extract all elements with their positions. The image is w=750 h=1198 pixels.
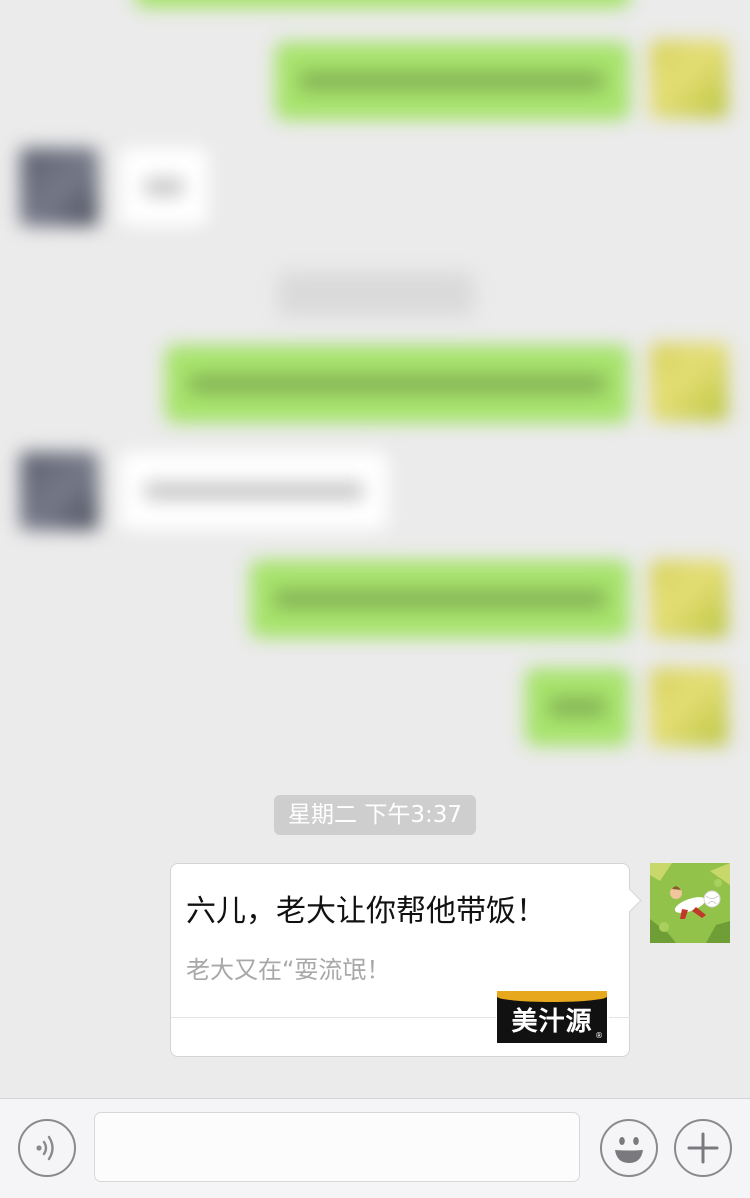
avatar-illustration <box>650 863 730 943</box>
message-timestamp: 星期二 下午3:37 <box>274 795 476 835</box>
shared-link-card[interactable]: 六儿，老大让你帮他带饭！ 老大又在“耍流氓！ 美汁源 ® <box>170 863 642 1057</box>
message-bubble-outgoing <box>250 560 630 638</box>
my-avatar <box>650 40 728 118</box>
emoji-button[interactable] <box>600 1119 658 1177</box>
brand-logo: 美汁源 ® <box>497 991 607 1043</box>
message-bubble-outgoing <box>135 0 630 8</box>
contact-avatar <box>20 148 98 226</box>
my-avatar[interactable] <box>650 863 730 943</box>
link-card-title: 六儿，老大让你帮他带饭！ <box>186 894 546 929</box>
blurred-message-history <box>0 0 750 760</box>
blurred-timestamp <box>278 272 474 316</box>
registered-mark-icon: ® <box>595 1031 603 1040</box>
contact-avatar <box>20 452 98 530</box>
voice-wave-icon <box>36 1135 54 1161</box>
link-card-description: 老大又在“耍流氓！ <box>186 956 391 984</box>
my-avatar <box>650 343 728 421</box>
chat-area: 星期二 下午3:37 六儿，老大让你帮他带饭！ 老大又在“耍流氓！ 美汁源 ® <box>0 0 750 1098</box>
bubble-tail <box>617 888 642 913</box>
message-bubble-incoming <box>120 148 208 226</box>
card-divider <box>609 1017 630 1018</box>
message-input[interactable] <box>94 1112 580 1182</box>
message-input-bar <box>0 1098 750 1198</box>
card-divider <box>171 1017 496 1018</box>
message-bubble-outgoing <box>525 668 630 746</box>
my-avatar <box>650 668 728 746</box>
message-bubble-outgoing <box>165 345 630 423</box>
message-bubble-incoming <box>120 452 388 530</box>
smiley-face-icon <box>615 1137 643 1163</box>
logo-band <box>497 991 607 1002</box>
plus-icon <box>687 1132 719 1164</box>
message-bubble-outgoing <box>275 42 630 120</box>
more-functions-button[interactable] <box>674 1119 732 1177</box>
voice-input-button[interactable] <box>18 1119 76 1177</box>
my-avatar <box>650 560 728 638</box>
brand-logo-text: 美汁源 <box>511 1007 593 1037</box>
